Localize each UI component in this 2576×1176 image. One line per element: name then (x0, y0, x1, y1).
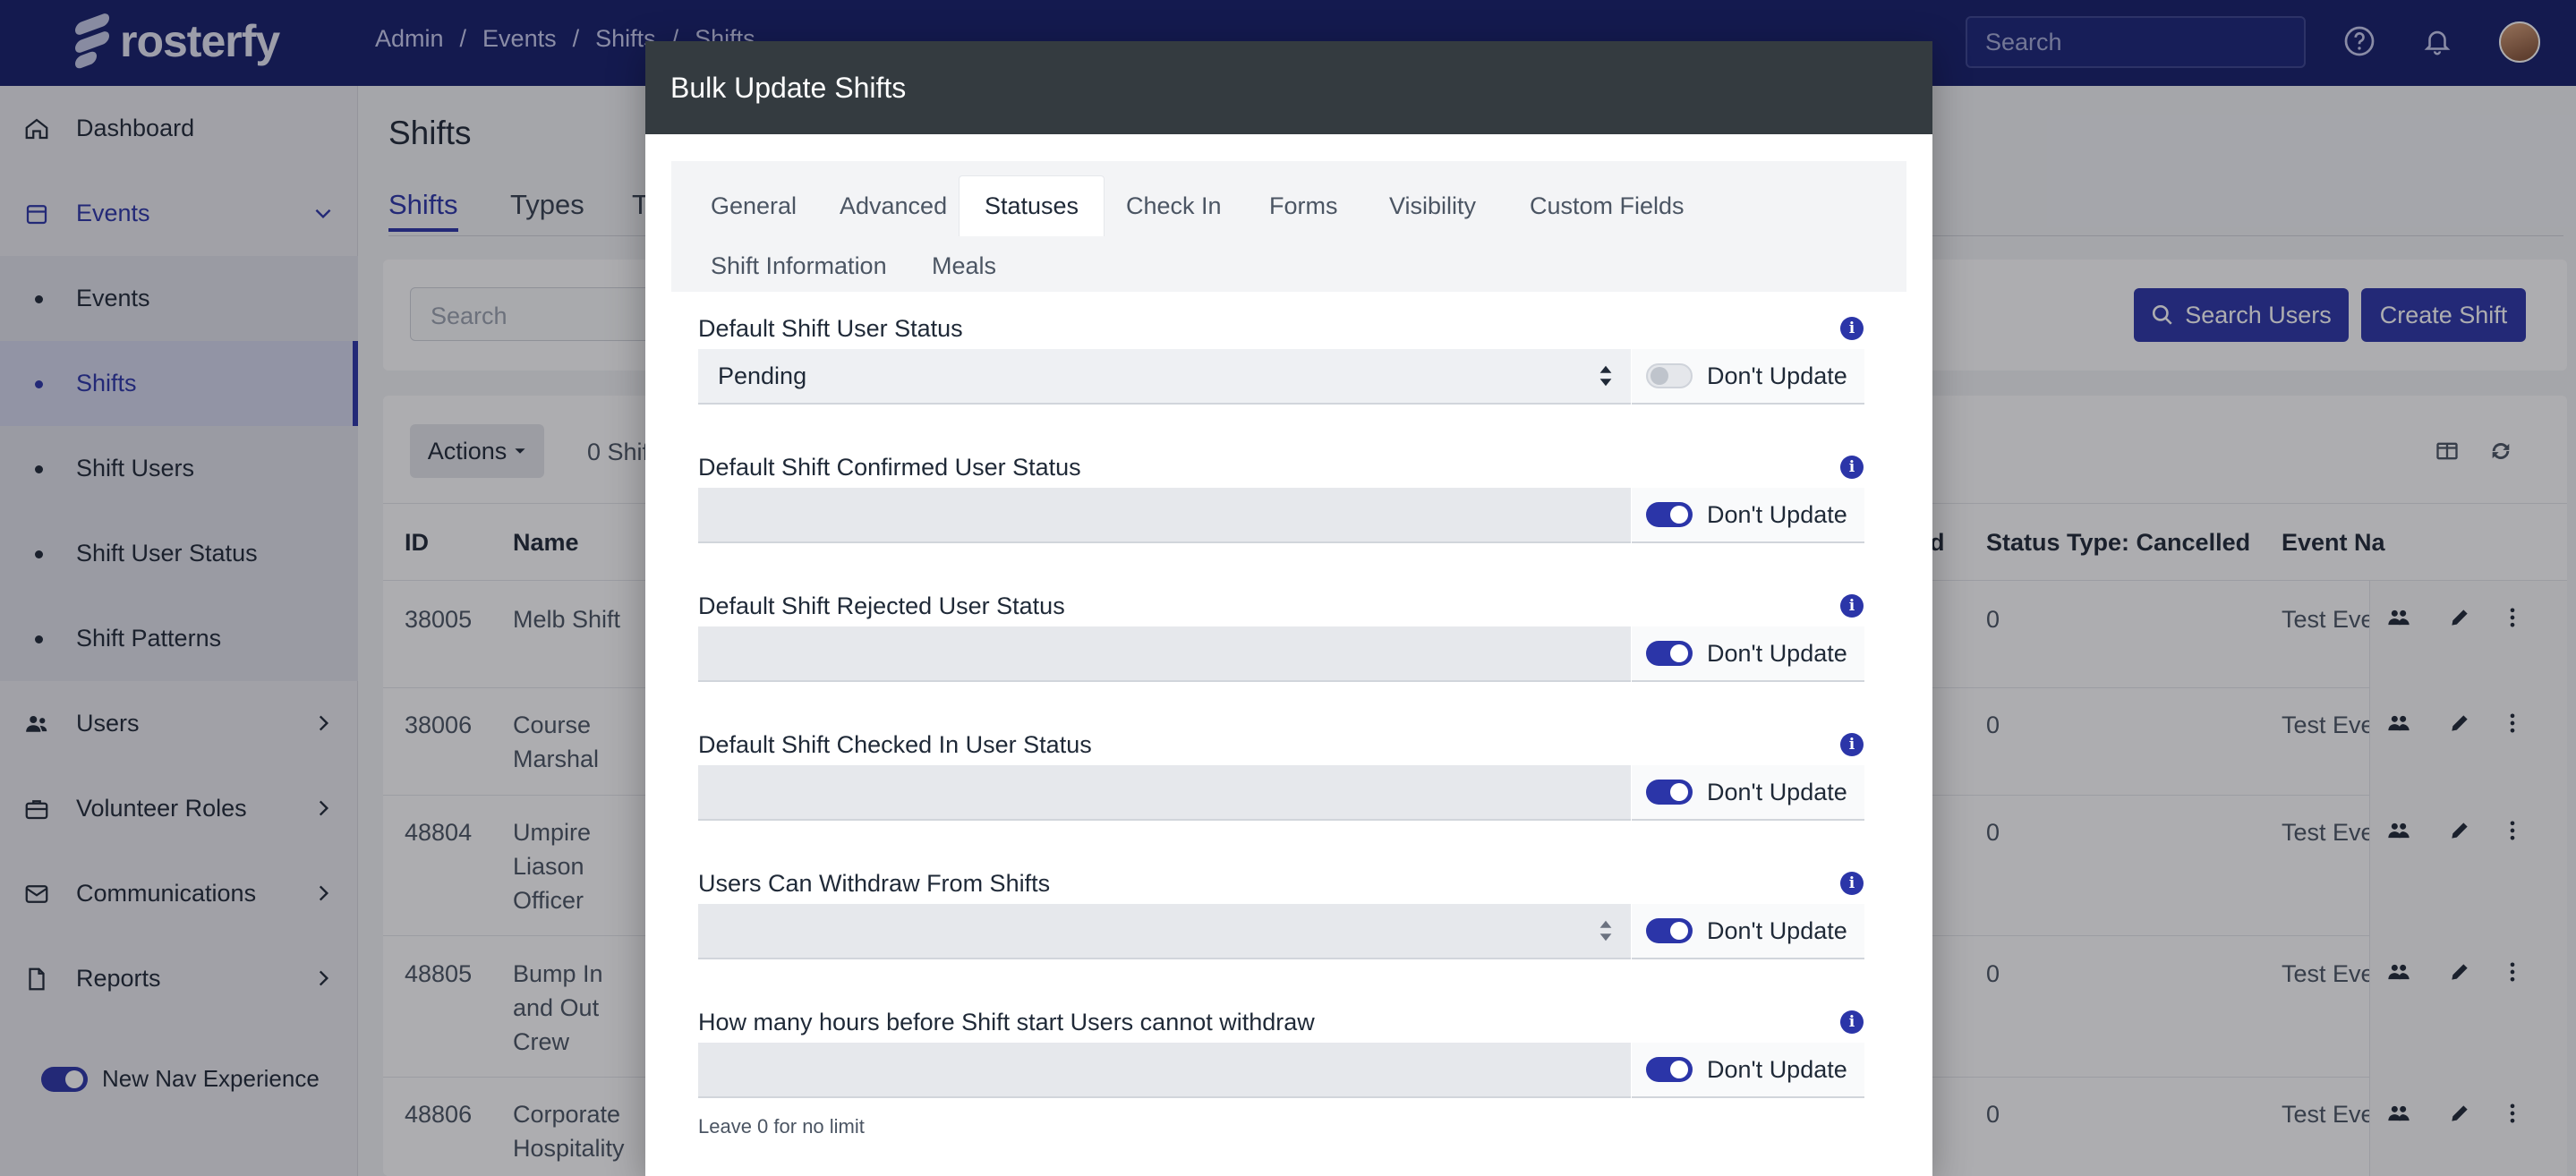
dont-update-toggle[interactable] (1646, 1057, 1693, 1082)
withdraw-hours-input[interactable] (698, 1043, 1631, 1098)
withdraw-hours-hint: Leave 0 for no limit (698, 1115, 865, 1138)
default-user-status-select[interactable]: Pending (698, 349, 1631, 405)
dont-update-checked-in-status: Don't Update (1632, 765, 1864, 821)
field-label-confirmed-status: Default Shift Confirmed User Status (698, 454, 1081, 481)
tab-custom-fields[interactable]: Custom Fields (1505, 175, 1710, 236)
dont-update-rejected-status: Don't Update (1632, 626, 1864, 682)
field-label-withdraw-hours: How many hours before Shift start Users … (698, 1009, 1315, 1035)
modal-body: General Advanced Statuses Check In Forms… (671, 161, 1906, 1176)
dont-update-label: Don't Update (1707, 639, 1847, 667)
bulk-update-modal: Bulk Update Shifts General Advanced Stat… (645, 41, 1932, 1176)
info-icon[interactable]: i (1840, 1010, 1864, 1034)
info-icon[interactable]: i (1840, 872, 1864, 895)
tab-forms[interactable]: Forms (1244, 175, 1363, 236)
select-caret-icon (1599, 365, 1612, 387)
dont-update-confirmed-status: Don't Update (1632, 488, 1864, 543)
tab-visibility[interactable]: Visibility (1364, 175, 1501, 236)
dont-update-toggle[interactable] (1646, 780, 1693, 805)
modal-header: Bulk Update Shifts (645, 41, 1932, 134)
modal-title: Bulk Update Shifts (670, 71, 907, 104)
tab-meals[interactable]: Meals (907, 235, 1021, 296)
tab-check-in[interactable]: Check In (1101, 175, 1247, 236)
tab-advanced[interactable]: Advanced (815, 175, 972, 236)
field-label-users-can-withdraw: Users Can Withdraw From Shifts (698, 870, 1051, 897)
users-can-withdraw-select[interactable] (698, 904, 1631, 959)
dont-update-toggle[interactable] (1646, 363, 1693, 388)
select-value: Pending (718, 362, 807, 389)
dont-update-toggle[interactable] (1646, 502, 1693, 527)
dont-update-users-can-withdraw: Don't Update (1632, 904, 1864, 959)
info-icon[interactable]: i (1840, 594, 1864, 618)
rejected-status-input[interactable] (698, 626, 1631, 682)
checked-in-status-input[interactable] (698, 765, 1631, 821)
dont-update-label: Don't Update (1707, 916, 1847, 944)
dont-update-toggle[interactable] (1646, 918, 1693, 943)
confirmed-status-input[interactable] (698, 488, 1631, 543)
dont-update-label: Don't Update (1707, 362, 1847, 389)
dont-update-withdraw-hours: Don't Update (1632, 1043, 1864, 1098)
field-label-default-user-status: Default Shift User Status (698, 315, 963, 342)
dont-update-label: Don't Update (1707, 778, 1847, 805)
select-caret-icon (1599, 920, 1612, 942)
info-icon[interactable]: i (1840, 317, 1864, 340)
statuses-form: Default Shift User Status i Pending Don'… (671, 292, 1906, 1176)
field-label-checked-in-status: Default Shift Checked In User Status (698, 731, 1092, 758)
info-icon[interactable]: i (1840, 733, 1864, 756)
field-label-rejected-status: Default Shift Rejected User Status (698, 592, 1065, 619)
dont-update-toggle[interactable] (1646, 641, 1693, 666)
modal-tabs: General Advanced Statuses Check In Forms… (671, 161, 1906, 292)
dont-update-default-user-status: Don't Update (1632, 349, 1864, 405)
tab-shift-information[interactable]: Shift Information (686, 235, 912, 296)
dont-update-label: Don't Update (1707, 1055, 1847, 1083)
dont-update-label: Don't Update (1707, 500, 1847, 528)
info-icon[interactable]: i (1840, 456, 1864, 479)
tab-general[interactable]: General (686, 175, 822, 236)
tab-statuses[interactable]: Statuses (959, 175, 1105, 236)
